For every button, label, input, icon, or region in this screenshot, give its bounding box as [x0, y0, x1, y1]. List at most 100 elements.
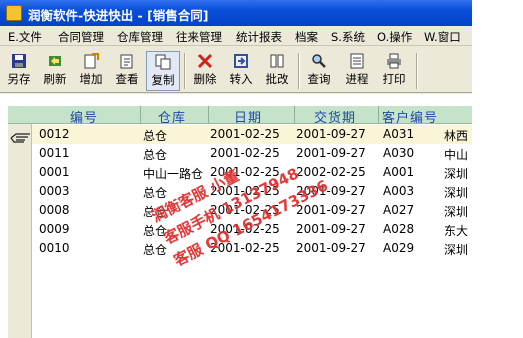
- cell-customer-id: A029: [383, 241, 415, 255]
- current-row-pointer-icon: [10, 133, 30, 143]
- header-divider: [378, 106, 379, 124]
- refresh-label: 刷新: [43, 72, 67, 86]
- query-button[interactable]: 查询: [302, 51, 336, 91]
- cell-customer-id: A028: [383, 222, 415, 236]
- toolbar-separator: [416, 53, 418, 89]
- menu-window[interactable]: W.窗口: [424, 29, 461, 45]
- header-divider: [294, 106, 295, 124]
- menu-contract-management[interactable]: 合同管理: [58, 29, 104, 45]
- cell-customer-id: A031: [383, 127, 415, 141]
- cell-id: 0008: [39, 203, 70, 217]
- transfer-in-button[interactable]: 转入: [224, 51, 258, 91]
- cell-warehouse: 总仓: [143, 148, 168, 162]
- cell-id: 0001: [39, 165, 70, 179]
- cell-date: 2001-02-25: [210, 127, 280, 141]
- menu-file[interactable]: E.文件: [8, 29, 42, 45]
- process-label: 进程: [345, 72, 369, 86]
- cell-customer-name: 深圳: [444, 205, 469, 219]
- window-title: 润衡软件-快进快出 - [销售合同]: [28, 8, 209, 23]
- title-bar: 润衡软件-快进快出 - [销售合同]: [0, 0, 472, 26]
- cell-customer-name: 深圳: [444, 243, 469, 257]
- cell-warehouse: 总仓: [143, 129, 168, 143]
- cell-customer-name: 深圳: [444, 167, 469, 181]
- cell-customer-name: 林西: [444, 129, 469, 143]
- copy-button[interactable]: 复制: [146, 51, 180, 91]
- cell-warehouse: 总仓: [143, 186, 168, 200]
- view-icon: [120, 54, 133, 69]
- batch-edit-icon: [270, 54, 284, 68]
- cell-customer-id: A003: [383, 184, 415, 198]
- batch-edit-button[interactable]: 批改: [260, 51, 294, 91]
- delete-label: 删除: [193, 72, 217, 86]
- cell-customer-id: A030: [383, 146, 415, 160]
- cell-customer-name: 东大: [444, 224, 469, 238]
- menu-accounts-management[interactable]: 往来管理: [176, 29, 222, 45]
- process-button[interactable]: 进程: [340, 51, 374, 91]
- refresh-icon: [49, 56, 61, 66]
- table-row[interactable]: 0012 总仓 2001-02-25 2001-09-27 A031 林西: [32, 125, 472, 144]
- query-icon: [312, 54, 326, 68]
- app-icon: [6, 5, 22, 21]
- print-icon: [387, 53, 401, 69]
- toolbar-separator: [184, 53, 186, 89]
- cell-warehouse: 总仓: [143, 243, 168, 257]
- save-as-label: 另存: [7, 72, 31, 86]
- table-row[interactable]: 0001 中山一路仓 2001-02-25 2002-02-25 A001 深圳: [32, 163, 472, 182]
- menu-warehouse-management[interactable]: 仓库管理: [117, 29, 163, 45]
- header-warehouse[interactable]: 仓库: [158, 107, 186, 126]
- cell-customer-id: A027: [383, 203, 415, 217]
- cell-id: 0003: [39, 184, 70, 198]
- contract-grid[interactable]: 编号 仓库 日期 交货期 客户编号 0012 总仓 2001-02-25 200…: [0, 94, 472, 338]
- view-button[interactable]: 查看: [110, 51, 144, 91]
- menu-reports[interactable]: 统计报表: [236, 29, 282, 45]
- header-delivery[interactable]: 交货期: [314, 107, 356, 126]
- menu-system[interactable]: S.系统: [331, 29, 365, 45]
- menu-bar: E.文件 合同管理 仓库管理 往来管理 统计报表 档案 S.系统 O.操作 W.…: [0, 26, 472, 46]
- copy-icon: [155, 54, 171, 70]
- cell-customer-name: 深圳: [444, 186, 469, 200]
- cell-delivery: 2001-09-27: [296, 222, 366, 236]
- cell-customer-name: 中山: [444, 148, 469, 162]
- header-customer-id[interactable]: 客户编号: [382, 107, 438, 126]
- menu-operation[interactable]: O.操作: [377, 29, 412, 45]
- cell-warehouse: 中山一路仓: [143, 167, 204, 181]
- process-icon: [350, 53, 364, 69]
- save-as-button[interactable]: 另存: [2, 51, 36, 91]
- header-id[interactable]: 编号: [70, 107, 98, 126]
- cell-delivery: 2001-09-27: [296, 146, 366, 160]
- delete-icon: [197, 53, 213, 69]
- delete-button[interactable]: 删除: [188, 51, 222, 91]
- transfer-in-label: 转入: [229, 72, 253, 86]
- cell-id: 0010: [39, 241, 70, 255]
- copy-label: 复制: [151, 73, 175, 87]
- grid-header: 编号 仓库 日期 交货期 客户编号: [8, 106, 472, 126]
- save-as-icon: [12, 54, 26, 68]
- header-date[interactable]: 日期: [234, 107, 262, 126]
- header-divider: [140, 106, 141, 124]
- table-row[interactable]: 0011 总仓 2001-02-25 2001-09-27 A030 中山: [32, 144, 472, 163]
- toolbar: 另存 刷新 增加 查看 复制 删除 转入 批改 查询 进程 打印: [0, 47, 472, 93]
- print-button[interactable]: 打印: [377, 51, 411, 91]
- cell-delivery: 2001-09-27: [296, 127, 366, 141]
- add-icon: [84, 53, 99, 69]
- table-row[interactable]: 0010 总仓 2001-02-25 2001-09-27 A029 深圳: [32, 239, 472, 258]
- refresh-button[interactable]: 刷新: [38, 51, 72, 91]
- app-window: 润衡软件-快进快出 - [销售合同] E.文件 合同管理 仓库管理 往来管理 统…: [0, 0, 472, 338]
- query-label: 查询: [307, 72, 331, 86]
- header-divider: [208, 106, 209, 124]
- cell-delivery: 2002-02-25: [296, 165, 366, 179]
- cell-delivery: 2001-09-27: [296, 241, 366, 255]
- cell-customer-id: A001: [383, 165, 415, 179]
- view-label: 查看: [115, 72, 139, 86]
- toolbar-separator: [298, 53, 300, 89]
- menu-archive[interactable]: 档案: [295, 29, 318, 45]
- cell-id: 0012: [39, 127, 70, 141]
- cell-date: 2001-02-25: [210, 146, 280, 160]
- cell-id: 0011: [39, 146, 70, 160]
- cell-id: 0009: [39, 222, 70, 236]
- add-label: 增加: [79, 72, 103, 86]
- transfer-in-icon: [234, 54, 248, 68]
- print-label: 打印: [382, 72, 406, 86]
- add-button[interactable]: 增加: [74, 51, 108, 91]
- batch-edit-label: 批改: [265, 72, 289, 86]
